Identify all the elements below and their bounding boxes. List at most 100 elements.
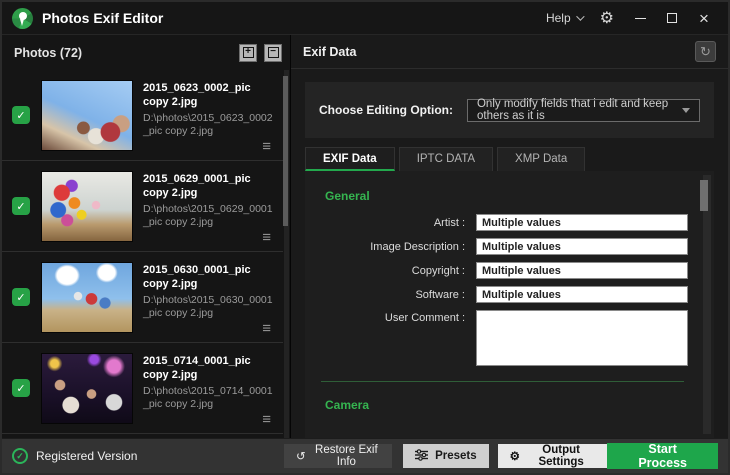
title-bar: Photos Exif Editor Help ⚙ × [2,2,728,34]
refresh-button[interactable]: ↻ [695,41,716,62]
minimize-button[interactable] [626,7,654,29]
section-title-general: General [325,189,370,203]
photo-path: D:\photos\2015_0629_0001_pic copy 2.jpg [143,202,273,229]
settings-gear-icon[interactable]: ⚙ [592,6,622,30]
photo-list-scrollbar[interactable] [283,70,289,438]
minimize-icon [634,17,646,19]
exif-tabs: EXIF Data IPTC DATA XMP Data [291,147,728,171]
app-window: Photos Exif Editor Help ⚙ × Photos (72) … [0,0,730,475]
section-divider [321,381,684,382]
help-label: Help [545,11,571,25]
photos-panel: Photos (72) + − ✓ 2015_0623_0002_pic cop… [2,35,291,438]
exif-tab[interactable]: IPTC DATA [398,147,494,171]
exif-field-row: Copyright : [317,262,688,279]
close-button[interactable]: × [690,7,718,29]
field-control-wrap [476,286,688,303]
restore-label: Restore Exif Info [315,444,378,468]
photo-list-item[interactable]: ✓ 2015_0630_0001_pic copy 2.jpg D:\photo… [2,252,283,343]
section-title-camera: Camera [325,398,370,412]
photo-checkbox[interactable]: ✓ [12,288,30,306]
photo-list-scrollbar-thumb[interactable] [283,76,288,226]
exif-panel: Exif Data ↻ Choose Editing Option: Only … [291,35,728,438]
exif-field-input[interactable] [476,286,688,303]
exif-field-row: User Comment : [317,310,688,366]
dropdown-caret-icon [682,107,690,113]
restore-exif-info-button[interactable]: ↺ Restore Exif Info [284,444,393,468]
presets-label: Presets [435,450,477,462]
output-settings-button[interactable]: ⚙ Output Settings [497,444,608,468]
photo-menu-icon[interactable]: ≡ [262,230,275,245]
photo-filename: 2015_0629_0001_pic copy 2.jpg [143,173,251,199]
photos-panel-title: Photos (72) [14,45,83,60]
app-title: Photos Exif Editor [42,10,164,26]
photo-path: D:\photos\2015_0630_0001_pic copy 2.jpg [143,293,273,320]
registered-check-icon: ✓ [12,448,28,464]
exif-field-input[interactable] [476,214,688,231]
editing-option-dropdown[interactable]: Only modify fields that i edit and keep … [466,98,700,122]
minus-icon: − [267,47,279,58]
photo-list-item[interactable]: ✓ 2015_0629_0001_pic copy 2.jpg D:\photo… [2,161,283,252]
field-control-wrap [476,310,688,366]
start-process-button[interactable]: Start Process [607,442,719,470]
chevron-down-icon [575,12,585,21]
exif-field-input[interactable] [476,262,688,279]
exif-field-input[interactable] [476,238,688,255]
field-label: User Comment : [384,312,465,324]
photo-thumbnail [41,352,133,424]
app-logo-icon [12,7,33,29]
photo-checkbox[interactable]: ✓ [12,379,30,397]
status-bar: ✓ Registered Version ↺ Restore Exif Info… [2,438,728,473]
user-comment-textarea[interactable] [476,310,688,366]
photo-list-item[interactable]: ✓ 2015_0714_0001_pic copy 2.jpg D:\photo… [2,343,283,434]
maximize-button[interactable] [658,7,686,29]
exif-field-row: Artist : [317,214,688,231]
general-fields: Artist : Image Description : Copyright :… [317,214,688,366]
help-menu[interactable]: Help [540,7,588,29]
content-scrollbar[interactable] [700,175,711,434]
field-label: Copyright : [411,264,465,277]
photo-path: D:\photos\2015_0714_0001_pic copy 2.jpg [143,384,273,411]
output-settings-label: Output Settings [538,444,584,468]
exif-tab[interactable]: XMP Data [497,147,586,171]
remove-photos-button[interactable]: − [264,43,282,62]
start-process-label: Start Process [638,442,687,470]
photo-checkbox[interactable]: ✓ [12,197,30,215]
registered-version-label: Registered Version [36,449,138,463]
photo-list-item[interactable]: ✓ 2015_0623_0002_pic copy 2.jpg D:\photo… [2,70,283,161]
field-control-wrap [476,214,688,231]
restore-icon: ↺ [296,451,306,463]
photo-filename: 2015_0630_0001_pic copy 2.jpg [143,264,251,290]
output-gear-icon: ⚙ [509,451,520,463]
field-control-wrap [476,262,688,279]
presets-button[interactable]: Presets [403,444,489,468]
field-label: Image Description : [370,240,465,253]
photo-path: D:\photos\2015_0623_0002_pic copy 2.jpg [143,111,273,138]
photo-thumbnail [41,170,133,242]
photo-list: ✓ 2015_0623_0002_pic copy 2.jpg D:\photo… [2,70,290,438]
photo-menu-icon[interactable]: ≡ [262,139,275,154]
photo-filename: 2015_0623_0002_pic copy 2.jpg [143,82,251,108]
exif-field-row: Software : [317,286,688,303]
field-control-wrap [476,238,688,255]
photo-menu-icon[interactable]: ≡ [262,412,275,427]
photo-thumbnail [41,261,133,333]
exif-content: General Artist : Image Description : Cop… [305,171,714,438]
plus-icon: + [242,47,254,58]
editing-option-value: Only modify fields that i edit and keep … [476,98,669,122]
exif-field-row: Image Description : [317,238,688,255]
editing-option-label: Choose Editing Option: [319,103,453,117]
exif-panel-title: Exif Data [303,44,357,59]
field-label: Artist : [433,216,465,229]
content-scrollbar-thumb[interactable] [700,180,708,211]
sliders-icon [415,448,429,464]
editing-option-box: Choose Editing Option: Only modify field… [305,82,714,138]
exif-tab[interactable]: EXIF Data [305,147,395,171]
photo-filename: 2015_0714_0001_pic copy 2.jpg [143,355,251,381]
photo-checkbox[interactable]: ✓ [12,106,30,124]
refresh-icon: ↻ [700,43,711,59]
field-label: Software : [415,288,465,301]
add-photos-button[interactable]: + [239,43,257,62]
photo-menu-icon[interactable]: ≡ [262,321,275,336]
photo-thumbnail [41,79,133,151]
maximize-icon [667,13,677,23]
